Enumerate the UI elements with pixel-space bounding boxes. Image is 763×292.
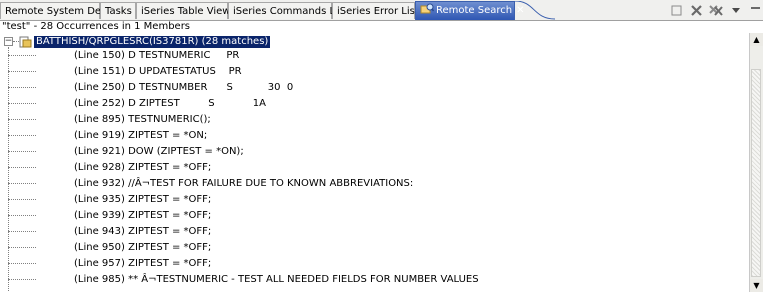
tab-label: Tasks bbox=[105, 6, 132, 17]
tree-connector bbox=[8, 150, 36, 152]
tab-tasks[interactable]: Tasks bbox=[100, 2, 136, 19]
tree-connector bbox=[8, 278, 36, 280]
result-row[interactable]: (Line 950) ZIPTEST = *OFF; bbox=[8, 242, 211, 254]
result-row[interactable]: (Line 921) DOW (ZIPTEST = *ON); bbox=[8, 146, 244, 158]
tree-connector bbox=[8, 198, 36, 200]
remove-all-icon[interactable] bbox=[709, 3, 723, 17]
result-row[interactable]: (Line 150) D TESTNUMERIC PR bbox=[8, 50, 239, 62]
remove-icon[interactable] bbox=[689, 3, 703, 17]
vertical-scrollbar[interactable]: ▲ ▼ bbox=[749, 33, 763, 292]
scroll-down-icon[interactable]: ▼ bbox=[750, 279, 763, 292]
tree-connector bbox=[8, 246, 36, 248]
result-text: (Line 985) ** Â¬TESTNUMERIC - TEST ALL N… bbox=[74, 274, 479, 285]
result-text: (Line 252) D ZIPTEST S 1A bbox=[74, 98, 266, 109]
result-row[interactable]: (Line 943) ZIPTEST = *OFF; bbox=[8, 226, 211, 238]
tree-connector bbox=[8, 70, 36, 72]
result-text: (Line 932) //Â¬TEST FOR FAILURE DUE TO K… bbox=[74, 178, 414, 189]
tab-label: Remote Search bbox=[436, 5, 513, 16]
tab-label: iSeries Commands Log bbox=[233, 6, 348, 17]
result-text: (Line 151) D UPDATESTATUS PR bbox=[74, 66, 242, 77]
search-results-tree: − BATTHISH/QRPGLESRC(IS3781R) (28 matche… bbox=[0, 33, 750, 292]
result-row[interactable]: (Line 250) D TESTNUMBER S 30 0 bbox=[8, 82, 293, 94]
tab-curve bbox=[515, 1, 555, 20]
tab-label: iSeries Error List bbox=[337, 6, 419, 17]
tree-connector bbox=[8, 86, 36, 88]
result-text: (Line 943) ZIPTEST = *OFF; bbox=[74, 226, 212, 237]
result-row[interactable]: (Line 935) ZIPTEST = *OFF; bbox=[8, 194, 211, 206]
result-text: (Line 895) TESTNUMERIC(); bbox=[74, 114, 211, 125]
tab-remote-search[interactable]: Remote Search ✕ bbox=[415, 1, 525, 20]
result-row[interactable]: (Line 252) D ZIPTEST S 1A bbox=[8, 98, 266, 110]
view-menu-icon[interactable] bbox=[729, 3, 743, 17]
tab-iseries-error-list[interactable]: iSeries Error List bbox=[332, 2, 419, 19]
result-row[interactable]: (Line 932) //Â¬TEST FOR FAILURE DUE TO K… bbox=[8, 178, 413, 190]
tree-connector bbox=[8, 54, 36, 56]
result-text: (Line 935) ZIPTEST = *OFF; bbox=[74, 194, 212, 205]
tab-label: iSeries Table View bbox=[141, 6, 231, 17]
remote-search-icon bbox=[420, 3, 435, 15]
result-text: (Line 250) D TESTNUMBER S 30 0 bbox=[74, 82, 294, 93]
tree-connector bbox=[8, 166, 36, 168]
view-toolbar bbox=[669, 2, 763, 18]
root-member-label: BATTHISH/QRPGLESRC(IS3781R) (28 matches) bbox=[34, 35, 271, 48]
source-member-icon bbox=[19, 36, 32, 48]
result-row[interactable]: (Line 928) ZIPTEST = *OFF; bbox=[8, 162, 211, 174]
tab-iseries-commands-log[interactable]: iSeries Commands Log bbox=[228, 2, 347, 19]
result-text: (Line 939) ZIPTEST = *OFF; bbox=[74, 210, 212, 221]
minimize-icon[interactable] bbox=[749, 3, 763, 17]
result-row[interactable]: (Line 957) ZIPTEST = *OFF; bbox=[8, 258, 211, 270]
result-text: (Line 919) ZIPTEST = *ON; bbox=[74, 130, 208, 141]
search-summary: "test" - 28 Occurrences in 1 Members bbox=[2, 21, 191, 32]
tree-root-member[interactable]: − BATTHISH/QRPGLESRC(IS3781R) (28 matche… bbox=[4, 35, 271, 48]
scrollbar-thumb[interactable] bbox=[751, 69, 761, 277]
result-text: (Line 921) DOW (ZIPTEST = *ON); bbox=[74, 146, 244, 157]
scroll-up-icon[interactable]: ▲ bbox=[750, 33, 763, 46]
collapse-icon[interactable]: − bbox=[4, 37, 13, 46]
tab-remote-system-details[interactable]: Remote System Details bbox=[0, 2, 122, 19]
result-text: (Line 150) D TESTNUMERIC PR bbox=[74, 50, 240, 61]
tree-connector bbox=[8, 214, 36, 216]
view-tab-bar: Remote System Details Tasks iSeries Tabl… bbox=[0, 0, 763, 21]
result-row[interactable]: (Line 985) ** Â¬TESTNUMERIC - TEST ALL N… bbox=[8, 274, 479, 286]
tab-iseries-table-view[interactable]: iSeries Table View bbox=[136, 2, 231, 19]
result-row[interactable]: (Line 919) ZIPTEST = *ON; bbox=[8, 130, 207, 142]
tree-connector bbox=[8, 134, 36, 136]
stop-icon[interactable] bbox=[669, 3, 683, 17]
result-row[interactable]: (Line 939) ZIPTEST = *OFF; bbox=[8, 210, 211, 222]
tree-connector bbox=[8, 102, 36, 104]
result-row[interactable]: (Line 151) D UPDATESTATUS PR bbox=[8, 66, 242, 78]
tree-connector bbox=[8, 118, 36, 120]
tree-connector bbox=[8, 182, 36, 184]
result-text: (Line 928) ZIPTEST = *OFF; bbox=[74, 162, 212, 173]
result-row[interactable]: (Line 895) TESTNUMERIC(); bbox=[8, 114, 211, 126]
tree-connector bbox=[8, 230, 36, 232]
result-text: (Line 950) ZIPTEST = *OFF; bbox=[74, 242, 212, 253]
tree-connector bbox=[8, 262, 36, 264]
result-text: (Line 957) ZIPTEST = *OFF; bbox=[74, 258, 212, 269]
